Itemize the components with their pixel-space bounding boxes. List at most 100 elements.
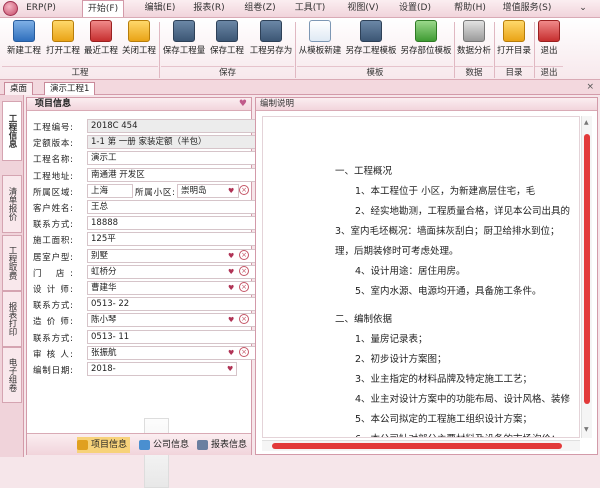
form-row: 审 核 人: 张振航 ♥ ×	[27, 345, 263, 361]
form-row: 门 店: 虹桥分 ♥ ×	[27, 264, 263, 280]
description-line: 理，后期装修时可考虑处理。	[335, 246, 459, 257]
field-input[interactable]: 18888	[87, 216, 263, 231]
group-label-data: 数据	[455, 66, 493, 78]
field-label: 审 核 人:	[33, 349, 73, 360]
app-logo-icon[interactable]	[3, 1, 18, 16]
exit-icon	[538, 20, 560, 42]
form-row: 联系方式: 0513- 11	[27, 329, 263, 345]
recent-projects-button[interactable]: 最近工程	[82, 20, 120, 64]
vertical-scroll-thumb[interactable]	[584, 134, 590, 404]
dropdown-icon[interactable]: ♥	[228, 249, 238, 263]
document-tabs: 桌面 演示工程1 ×	[0, 80, 600, 95]
menu-edit[interactable]: 编辑(E)	[140, 0, 180, 17]
menu-tools[interactable]: 工具(T)	[290, 0, 330, 17]
new-project-button[interactable]: 新建工程	[4, 20, 44, 64]
dropdown-icon[interactable]: ♥	[227, 362, 237, 376]
clear-icon[interactable]: ×	[239, 265, 249, 276]
field-input[interactable]: 125平	[87, 232, 263, 247]
bottom-tab-report-info[interactable]: 报表信息	[197, 437, 247, 453]
clear-icon[interactable]: ×	[239, 249, 249, 260]
open-project-button[interactable]: 打开工程	[44, 20, 82, 64]
group-separator	[295, 22, 296, 78]
side-tab-project-info[interactable]: 工程信息	[2, 101, 22, 161]
open-directory-button[interactable]: 打开目录	[495, 20, 533, 64]
field-label: 所属小区:	[135, 187, 175, 198]
scroll-up-icon[interactable]: ▲	[584, 119, 589, 126]
field-label: 所属区域:	[33, 187, 73, 198]
bottom-tab-project-info[interactable]: 项目信息	[77, 437, 131, 453]
field-input[interactable]: 1-1 第 一册 家装定额（半包）	[87, 135, 263, 150]
menu-value-added[interactable]: 增值服务(S)	[498, 0, 556, 17]
description-line: 4、设计用途：居住用房。	[355, 266, 466, 277]
menu-view[interactable]: 视图(V)	[343, 0, 383, 17]
save-part-template-icon	[415, 20, 437, 42]
data-analysis-button[interactable]: 数据分析	[455, 20, 493, 64]
clear-icon[interactable]: ×	[239, 282, 249, 292]
dropdown-icon[interactable]: ♥	[228, 184, 238, 198]
description-line: 5、室内水源、电源均开通，具备施工条件。	[355, 286, 542, 297]
side-tab-report-print[interactable]: 报表打印	[2, 291, 22, 347]
form-row: 定额版本: 1-1 第 一册 家装定额（半包）	[27, 134, 263, 150]
save-quantity-button[interactable]: 保存工程量	[161, 20, 207, 64]
save-project-template-button[interactable]: 另存工程模板	[343, 20, 399, 64]
description-line: 一、工程概况	[335, 166, 393, 177]
side-tab-fees[interactable]: 工程取费	[2, 235, 22, 291]
menu-bar: ERP(P) 开始(F) 编辑(E) 报表(R) 组卷(Z) 工具(T) 视图(…	[0, 0, 600, 18]
horizontal-scroll-thumb[interactable]	[272, 443, 562, 449]
bottom-tab-company-info[interactable]: 公司信息	[139, 437, 189, 453]
field-input[interactable]: 演示工	[87, 151, 263, 166]
menu-erp[interactable]: ERP(P)	[22, 0, 60, 17]
close-tab-icon[interactable]: ×	[586, 82, 594, 92]
menu-start[interactable]: 开始(F)	[82, 0, 124, 17]
form-row: 设 计 师: 曹建华 ♥ ×	[27, 280, 263, 296]
group-label-template: 模板	[297, 66, 453, 78]
field-label: 施工面积:	[33, 236, 73, 247]
field-label: 居室户型:	[33, 252, 73, 263]
field-input[interactable]: 2018C 454	[87, 119, 263, 133]
form-row: 工程编号: 2018C 454	[27, 118, 263, 134]
side-tab-bill-quote[interactable]: 清单报价	[2, 175, 22, 233]
form-row: 工程名称: 演示工	[27, 150, 263, 166]
menu-help[interactable]: 帮助(H)	[450, 0, 490, 17]
field-input[interactable]: 2018-	[87, 362, 237, 376]
save-part-template-button[interactable]: 另存部位模板	[399, 20, 453, 64]
ribbon-toolbar: 新建工程 打开工程 最近工程 关闭工程 工程 保存工程量 保存工程 工程另存为 …	[0, 18, 600, 80]
field-input[interactable]: 王总	[87, 200, 263, 214]
save-project-button[interactable]: 保存工程	[207, 20, 247, 64]
description-line: 二、编制依据	[335, 314, 393, 325]
form-row: 客户姓名: 王总	[27, 199, 263, 215]
side-tabs: 工程信息 清单报价 工程取费 报表打印 电子组卷	[0, 95, 24, 457]
menu-report[interactable]: 报表(R)	[189, 0, 229, 17]
group-label-directory: 目录	[495, 66, 533, 78]
description-line: 5、本公司拟定的工程施工组织设计方案；	[355, 414, 533, 425]
group-label-exit: 退出	[535, 66, 563, 78]
field-label: 门 店:	[33, 268, 73, 279]
field-input[interactable]: 0513- 11	[87, 329, 263, 344]
form-row: 联系方式: 0513- 22	[27, 296, 263, 312]
new-from-template-button[interactable]: 从模板新建	[297, 20, 343, 64]
field-input[interactable]: 南通港 开发区	[87, 167, 263, 182]
horizontal-scrollbar[interactable]	[262, 440, 580, 451]
scroll-down-icon[interactable]: ▼	[584, 426, 589, 433]
dropdown-icon[interactable]: ♥	[228, 265, 238, 279]
side-tab-e-archive[interactable]: 电子组卷	[2, 347, 22, 403]
form-row: 施工面积: 125平	[27, 231, 263, 247]
close-project-button[interactable]: 关闭工程	[120, 20, 158, 64]
menu-compose[interactable]: 组卷(Z)	[240, 0, 280, 17]
dropdown-icon[interactable]: ♥	[228, 313, 238, 327]
menu-settings[interactable]: 设置(D)	[395, 0, 435, 17]
tab-desktop[interactable]: 桌面	[4, 82, 34, 95]
description-editor[interactable]: 一、工程概况 1、本工程位于 小区，为新建高层住宅，毛 2、经实地勘测，工程质量合格…	[262, 116, 580, 438]
description-line: 4、业主对设计方案中的功能布局、设计风格、装修	[355, 394, 571, 405]
save-as-button[interactable]: 工程另存为	[248, 20, 294, 64]
vertical-scrollbar[interactable]: ▲ ▼	[581, 116, 592, 438]
dropdown-icon[interactable]: ♥	[228, 346, 238, 360]
clear-icon[interactable]: ×	[239, 184, 249, 195]
clear-icon[interactable]: ×	[239, 346, 249, 357]
tab-demo-project[interactable]: 演示工程1	[44, 82, 96, 95]
dropdown-icon[interactable]: ♥	[228, 281, 238, 295]
exit-button[interactable]: 退出	[535, 20, 563, 64]
ribbon-collapse-icon[interactable]: ⌄	[576, 0, 590, 17]
field-input[interactable]: 上海	[87, 183, 133, 198]
field-input[interactable]: 0513- 22	[87, 297, 263, 312]
